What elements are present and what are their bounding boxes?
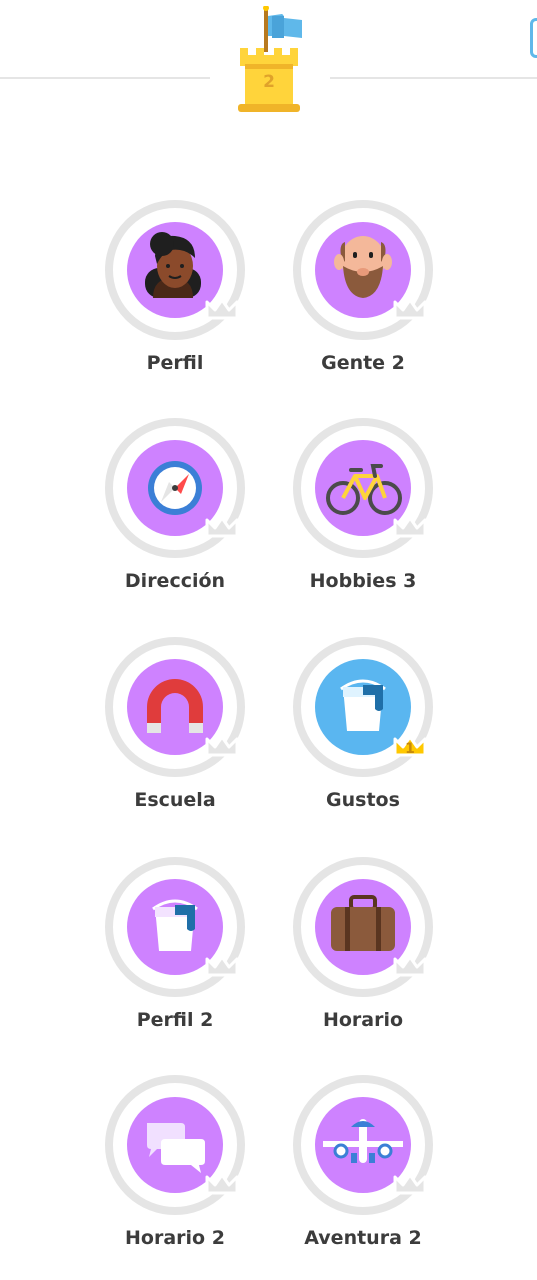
skill-perfil[interactable]: Perfil: [85, 200, 265, 390]
skill-direccion[interactable]: Dirección: [85, 418, 265, 608]
skill-progress-ring: [293, 857, 433, 997]
skill-label: Aventura 2: [304, 1227, 422, 1249]
skill-progress-ring: [293, 200, 433, 340]
skill-aventura-2[interactable]: Aventura 2: [273, 1075, 453, 1265]
paint-bucket-icon: [152, 899, 198, 951]
skill-progress-ring: [105, 857, 245, 997]
checkpoint-number: 2: [263, 72, 275, 92]
skill-label: Perfil: [146, 352, 204, 374]
skill-label: Gente 2: [321, 352, 405, 374]
skill-horario-2[interactable]: Horario 2: [85, 1075, 265, 1265]
skill-horario[interactable]: Horario: [273, 857, 453, 1047]
skill-progress-ring: [105, 637, 245, 777]
skill-perfil-2[interactable]: Perfil 2: [85, 857, 265, 1047]
skill-progress-ring: [105, 418, 245, 558]
compass-icon: [148, 461, 202, 515]
skill-hobbies-3[interactable]: Hobbies 3: [273, 418, 453, 608]
corner-button[interactable]: [530, 18, 537, 58]
castle-checkpoint-icon: [238, 5, 302, 112]
skill-gustos[interactable]: 1 Gustos: [273, 637, 453, 827]
skill-label: Gustos: [326, 789, 400, 811]
skill-label: Hobbies 3: [309, 570, 417, 592]
skill-gente-2[interactable]: Gente 2: [273, 200, 453, 390]
header-divider-left: [0, 77, 210, 79]
crown-level: 1: [405, 741, 415, 757]
paint-bucket-icon: [340, 679, 386, 731]
skill-progress-ring: [293, 418, 433, 558]
skill-label: Perfil 2: [136, 1009, 214, 1031]
skill-label: Horario: [322, 1009, 404, 1031]
skill-progress-ring: [105, 200, 245, 340]
checkpoint-castle[interactable]: 2: [236, 5, 302, 114]
skill-progress-ring: [105, 1075, 245, 1215]
skill-escuela[interactable]: Escuela: [85, 637, 265, 827]
skill-progress-ring: [293, 1075, 433, 1215]
header-divider-right: [330, 77, 537, 79]
skill-label: Escuela: [134, 789, 216, 811]
skill-label: Horario 2: [125, 1227, 225, 1249]
skill-label: Dirección: [124, 570, 226, 592]
skill-progress-ring: 1: [293, 637, 433, 777]
